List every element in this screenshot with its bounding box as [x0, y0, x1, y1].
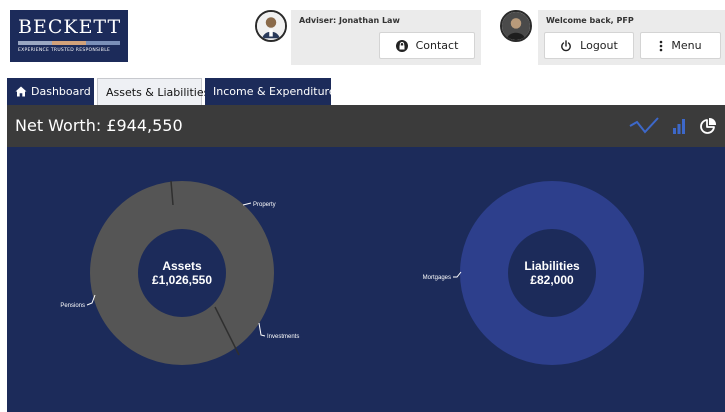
tab-income-expenditure-label: Income & Expenditure [213, 85, 336, 98]
net-worth-title: Net Worth: £944,550 [15, 116, 183, 135]
property-leader-line [242, 202, 252, 206]
adviser-avatar [255, 10, 287, 42]
logo-tagline: EXPERIENCE TRUSTED RESPONSIBLE [18, 48, 111, 53]
power-icon [560, 39, 572, 52]
liabilities-donut: Liabilities £82,000 Mortgages [423, 181, 644, 365]
logout-button[interactable]: Logout [544, 32, 634, 59]
chart-area: Assets £1,026,550 Property Investments P… [7, 147, 725, 412]
liabilities-total: £82,000 [530, 273, 574, 287]
contact-label: Contact [415, 39, 459, 52]
investments-label: Investments [267, 334, 299, 340]
adviser-card: Adviser: Jonathan Law Contact [291, 10, 481, 65]
adviser-name: Adviser: Jonathan Law [299, 16, 400, 25]
liabilities-title: Liabilities [524, 259, 580, 273]
tab-dashboard-label: Dashboard [31, 85, 91, 98]
mortgages-leader-line [453, 271, 462, 278]
donut-charts: Assets £1,026,550 Property Investments P… [60, 180, 644, 365]
page-root: BECKETT EXPERIENCE TRUSTED RESPONSIBLE A… [0, 0, 725, 412]
assets-donut: Assets £1,026,550 Property Investments P… [60, 180, 299, 365]
menu-button[interactable]: Menu [640, 32, 721, 59]
pie-chart-icon[interactable] [697, 114, 719, 138]
line-chart-icon[interactable] [628, 114, 660, 138]
mortgages-label: Mortgages [423, 275, 451, 281]
logo-wordmark: BECKETT [18, 16, 122, 38]
logout-label: Logout [580, 39, 618, 52]
property-label: Property [253, 202, 276, 208]
logo-color-bar [18, 41, 120, 45]
tab-assets-liabilities-label: Assets & Liabilities [106, 85, 210, 99]
user-avatar [500, 10, 532, 42]
assets-total: £1,026,550 [152, 273, 212, 287]
assets-title: Assets [162, 259, 202, 273]
pensions-label: Pensions [60, 303, 85, 309]
menu-label: Menu [671, 39, 702, 52]
user-card: Welcome back, PFP Logout Menu [538, 10, 725, 65]
vertical-dots-icon [659, 40, 663, 52]
lock-icon [395, 39, 408, 52]
tab-assets-liabilities[interactable]: Assets & Liabilities [97, 78, 209, 105]
tab-income-expenditure[interactable]: Income & Expenditure [205, 78, 336, 105]
contact-button[interactable]: Contact [379, 32, 475, 59]
beckett-logo[interactable]: BECKETT EXPERIENCE TRUSTED RESPONSIBLE [10, 10, 128, 62]
net-worth-bar: Net Worth: £944,550 [7, 105, 725, 147]
home-icon [15, 86, 27, 97]
investments-leader-line [258, 322, 266, 337]
tab-dashboard[interactable]: Dashboard [7, 78, 94, 105]
welcome-text: Welcome back, PFP [546, 16, 634, 25]
bar-chart-icon[interactable] [669, 114, 689, 138]
